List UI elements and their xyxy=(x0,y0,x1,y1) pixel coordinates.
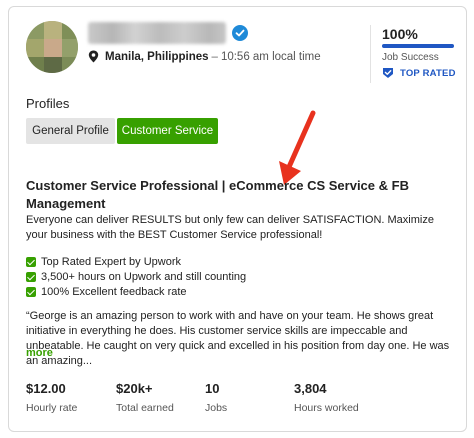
stat-label: Hourly rate xyxy=(26,402,78,414)
tab-general-profile[interactable]: General Profile xyxy=(26,118,115,144)
green-check-icon xyxy=(26,271,36,282)
verified-check-icon xyxy=(232,25,248,41)
testimonial-quote: “George is an amazing person to work wit… xyxy=(26,310,450,367)
stat-hourly-rate: $12.00 Hourly rate xyxy=(26,381,77,414)
local-time: 10:56 am local time xyxy=(220,50,321,63)
stat-value: $12.00 xyxy=(26,381,66,396)
highlights-list: Top Rated Expert by Upwork 3,500+ hours … xyxy=(26,254,246,299)
job-success-bar-fill xyxy=(382,44,454,48)
stat-label: Hours worked xyxy=(294,402,359,414)
stat-total-earned: $20k+ Total earned xyxy=(116,381,174,414)
map-pin-icon xyxy=(88,50,99,63)
profile-title: Customer Service Professional | eCommerc… xyxy=(26,178,409,211)
green-check-icon xyxy=(26,256,36,267)
more-link[interactable]: more xyxy=(26,347,53,359)
top-rated-label: TOP RATED xyxy=(400,67,456,79)
list-item-text: Top Rated Expert by Upwork xyxy=(41,255,182,268)
location-city: Manila, Philippines xyxy=(105,50,209,63)
stat-label: Total earned xyxy=(116,402,174,414)
freelancer-name-redacted xyxy=(88,22,226,44)
profiles-heading: Profiles xyxy=(26,96,70,111)
location-separator: – xyxy=(211,50,218,63)
green-check-icon xyxy=(26,286,36,297)
job-success-bar xyxy=(382,44,454,48)
stat-jobs: 10 Jobs xyxy=(205,381,227,414)
stat-value: $20k+ xyxy=(116,381,153,396)
job-success-label: Job Success xyxy=(382,52,439,63)
list-item-text: 100% Excellent feedback rate xyxy=(41,285,187,298)
list-item-text: 3,500+ hours on Upwork and still countin… xyxy=(41,270,247,283)
top-rated-badge[interactable]: TOP RATED xyxy=(382,67,456,79)
top-rated-badge-icon xyxy=(383,68,393,78)
list-item: 3,500+ hours on Upwork and still countin… xyxy=(26,269,246,284)
profile-overview: Everyone can deliver RESULTS but only fe… xyxy=(26,214,434,241)
stat-hours-worked: 3,804 Hours worked xyxy=(294,381,359,414)
stat-value: 3,804 xyxy=(294,381,327,396)
tab-customer-service[interactable]: Customer Service xyxy=(117,118,218,144)
location-line: Manila, Philippines – 10:56 am local tim… xyxy=(88,50,321,63)
freelancer-profile-card: Manila, Philippines – 10:56 am local tim… xyxy=(8,6,467,432)
list-item: 100% Excellent feedback rate xyxy=(26,284,246,299)
avatar[interactable] xyxy=(26,21,78,73)
red-arrow-icon xyxy=(279,110,316,185)
stat-value: 10 xyxy=(205,381,220,396)
job-success-divider xyxy=(370,25,371,83)
job-success-value: 100% xyxy=(382,26,418,42)
stat-label: Jobs xyxy=(205,402,228,414)
list-item: Top Rated Expert by Upwork xyxy=(26,254,246,269)
